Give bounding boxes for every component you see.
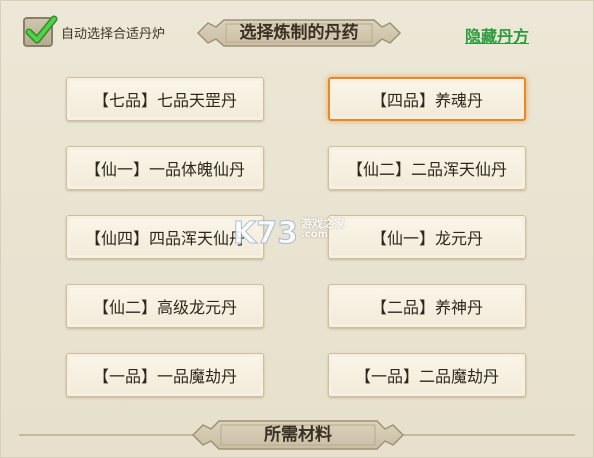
recipe-button-tipo-xian[interactable]: 【仙一】一品体魄仙丹 <box>66 146 264 190</box>
recipe-button-mojie-2[interactable]: 【一品】二品魔劫丹 <box>328 353 526 397</box>
watermark-logo: K73 游戏之家 .com <box>231 207 371 253</box>
recipe-button-mojie-1[interactable]: 【一品】一品魔劫丹 <box>66 353 264 397</box>
materials-banner: 所需材料 <box>191 418 405 452</box>
recipe-button-huntian-xian-2[interactable]: 【仙二】二品浑天仙丹 <box>328 146 526 190</box>
materials-title: 所需材料 <box>264 425 332 445</box>
hide-recipe-link[interactable]: 隐藏丹方 <box>465 23 529 47</box>
auto-select-label: 自动选择合适丹炉 <box>61 26 166 42</box>
watermark-sub: .com <box>301 229 329 240</box>
page-title: 选择炼制的丹药 <box>239 23 359 43</box>
checkmark-icon <box>25 15 58 44</box>
alchemy-panel: 自动选择合适丹炉 选择炼制的丹药 隐藏丹方 【七品】七品天罡丹 【四品】养魂丹 … <box>0 0 594 458</box>
auto-select-furnace[interactable]: 自动选择合适丹炉 <box>23 15 166 47</box>
auto-select-checkbox[interactable] <box>23 15 58 47</box>
svg-text:K73: K73 <box>233 216 298 251</box>
recipe-button-yanghun[interactable]: 【四品】养魂丹 <box>328 77 526 121</box>
recipe-button-qipin-tiangang[interactable]: 【七品】七品天罡丹 <box>66 77 264 121</box>
recipe-button-yangshen[interactable]: 【二品】养神丹 <box>328 284 526 328</box>
title-banner: 选择炼制的丹药 <box>196 17 402 49</box>
k73-logo-icon: K73 <box>233 216 299 252</box>
recipe-button-gaoji-longyuan[interactable]: 【仙二】高级龙元丹 <box>66 284 264 328</box>
